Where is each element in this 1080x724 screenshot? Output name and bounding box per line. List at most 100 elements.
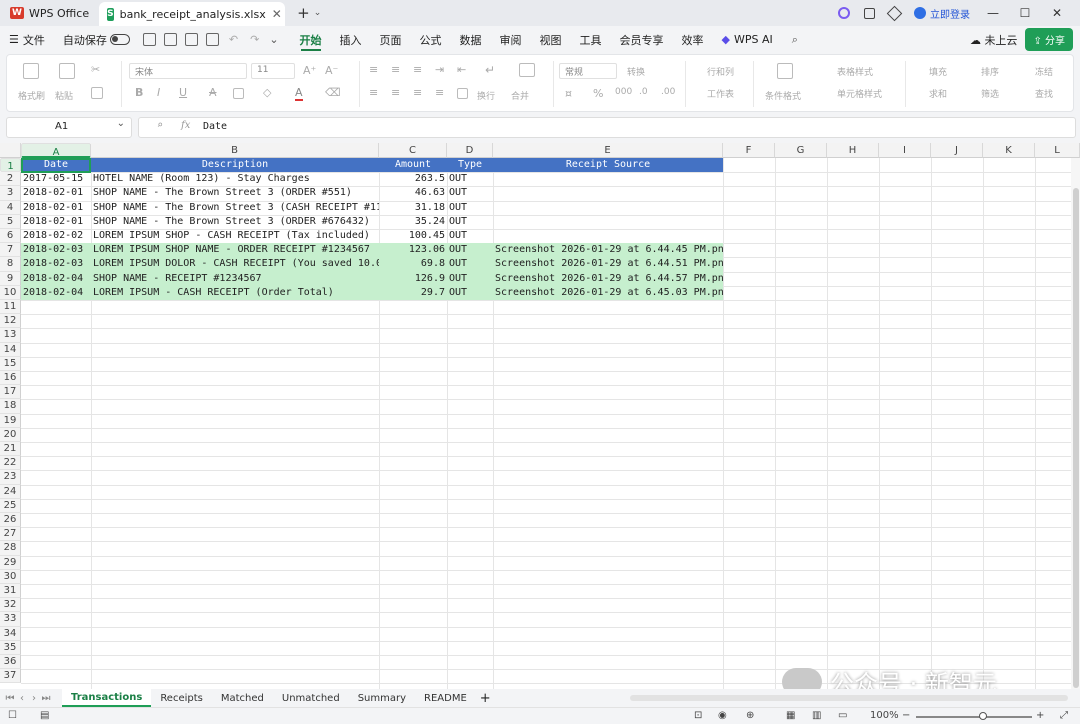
- row-header[interactable]: 33: [0, 612, 21, 627]
- row-header[interactable]: 31: [0, 584, 21, 599]
- col-header-f[interactable]: F: [723, 143, 775, 158]
- tab-formula[interactable]: 公式: [411, 26, 451, 53]
- row-header[interactable]: 15: [0, 356, 21, 371]
- header-description[interactable]: Description: [91, 158, 379, 172]
- wrap-text-icon[interactable]: ↵: [485, 63, 495, 77]
- fill-color-icon[interactable]: ◇: [263, 86, 271, 99]
- conditional-format-label[interactable]: 条件格式: [765, 89, 801, 102]
- cell-date[interactable]: 2018-02-02: [21, 229, 91, 243]
- fill-button[interactable]: 填充: [929, 65, 947, 78]
- minimize-icon[interactable]: —: [984, 6, 1002, 20]
- row-header[interactable]: 25: [0, 498, 21, 513]
- distributed-icon[interactable]: [457, 88, 468, 99]
- tab-review[interactable]: 审阅: [491, 26, 531, 53]
- indent-icon[interactable]: ⇥: [435, 63, 444, 76]
- row-header[interactable]: 12: [0, 314, 21, 329]
- decrease-font-icon[interactable]: A⁻: [325, 64, 338, 77]
- tab-insert[interactable]: 插入: [331, 26, 371, 53]
- freeze-button[interactable]: 冻结: [1035, 65, 1053, 78]
- cloud-status[interactable]: ☁ 未上云: [970, 32, 1018, 48]
- col-header-e[interactable]: E: [493, 143, 723, 158]
- find-button[interactable]: 查找: [1035, 87, 1053, 100]
- row-header[interactable]: 13: [0, 328, 21, 343]
- cell-type[interactable]: OUT: [447, 201, 493, 215]
- wps-home-tab[interactable]: W WPS Office: [0, 0, 99, 26]
- row-header[interactable]: 32: [0, 598, 21, 613]
- page-layout-icon[interactable]: ▥: [812, 710, 821, 721]
- font-color-icon[interactable]: A: [295, 86, 303, 101]
- col-header-g[interactable]: G: [775, 143, 827, 158]
- row-header[interactable]: 34: [0, 626, 21, 641]
- row-header[interactable]: 21: [0, 442, 21, 457]
- font-size-select[interactable]: 11: [251, 63, 295, 79]
- fx-icon[interactable]: fx: [181, 120, 190, 131]
- cell-receipt-source[interactable]: [493, 186, 723, 200]
- view-mode-icon[interactable]: ⊕: [746, 710, 754, 721]
- tab-list-chevron-icon[interactable]: ⌄: [314, 8, 322, 18]
- zoom-slider-knob[interactable]: [979, 712, 987, 720]
- cell-amount[interactable]: 31.18: [379, 201, 447, 215]
- export-icon[interactable]: [163, 33, 177, 46]
- row-header[interactable]: 18: [0, 399, 21, 414]
- col-header-l[interactable]: L: [1035, 143, 1080, 158]
- cell-amount[interactable]: 126.9: [379, 272, 447, 286]
- align-bottom-icon[interactable]: ≡: [413, 63, 422, 76]
- row-header[interactable]: 2: [0, 172, 21, 187]
- zoom-slider[interactable]: [916, 716, 1032, 718]
- cell-type[interactable]: OUT: [447, 286, 493, 300]
- row-header[interactable]: 1: [0, 158, 21, 173]
- redo-icon[interactable]: ↷: [250, 33, 259, 46]
- tab-home[interactable]: 开始: [291, 26, 331, 53]
- cell-amount[interactable]: 46.63: [379, 186, 447, 200]
- cell-date[interactable]: 2018-02-04: [21, 272, 91, 286]
- prev-sheet-icon[interactable]: ‹: [16, 693, 28, 704]
- header-type[interactable]: Type: [447, 158, 493, 172]
- cell-amount[interactable]: 123.06: [379, 243, 447, 257]
- tab-member[interactable]: 会员专享: [611, 26, 673, 53]
- cell-description[interactable]: LOREM IPSUM SHOP NAME - ORDER RECEIPT #1…: [91, 243, 379, 257]
- row-header[interactable]: 23: [0, 470, 21, 485]
- sheet-tab-summary[interactable]: Summary: [349, 693, 415, 704]
- cell-description[interactable]: SHOP NAME - The Brown Street 3 (CASH REC…: [91, 201, 379, 215]
- row-header[interactable]: 16: [0, 371, 21, 386]
- cell-style-button[interactable]: 单元格样式: [837, 87, 882, 100]
- wps-ai-button[interactable]: ◆ WPS AI: [713, 26, 782, 53]
- undo-icon[interactable]: ↶: [229, 33, 238, 46]
- row-header[interactable]: 20: [0, 427, 21, 442]
- thousands-icon[interactable]: 000: [615, 87, 632, 97]
- cell-receipt-source[interactable]: [493, 172, 723, 186]
- more-chevron-icon[interactable]: ⌄: [269, 33, 278, 46]
- tab-efficiency[interactable]: 效率: [673, 26, 713, 53]
- italic-icon[interactable]: I: [157, 86, 160, 99]
- cell-date[interactable]: 2018-02-03: [21, 257, 91, 271]
- filter-button[interactable]: 筛选: [981, 87, 999, 100]
- cell-date[interactable]: 2018-02-01: [21, 201, 91, 215]
- last-sheet-icon[interactable]: ⏭: [40, 693, 52, 704]
- cell-description[interactable]: SHOP NAME - The Brown Street 3 (ORDER #6…: [91, 215, 379, 229]
- row-header[interactable]: 11: [0, 300, 21, 315]
- zoom-lens-icon[interactable]: ⌕: [157, 120, 163, 131]
- cell-receipt-source[interactable]: Screenshot 2026-01-29 at 6.45.03 PM.png: [493, 286, 723, 300]
- sort-button[interactable]: 排序: [981, 65, 999, 78]
- cut-icon[interactable]: ✂: [91, 63, 100, 76]
- cell-type[interactable]: OUT: [447, 272, 493, 286]
- cell-date[interactable]: 2018-02-01: [21, 186, 91, 200]
- row-header[interactable]: 10: [0, 285, 21, 300]
- fullscreen-icon[interactable]: ⤢: [1060, 710, 1068, 721]
- font-name-select[interactable]: 宋体: [129, 63, 247, 79]
- table-style-button[interactable]: 表格样式: [837, 65, 873, 78]
- currency-icon[interactable]: ¤: [565, 87, 572, 100]
- col-header-d[interactable]: D: [447, 143, 493, 158]
- align-right-icon[interactable]: ≡: [413, 86, 422, 99]
- row-header[interactable]: 14: [0, 342, 21, 357]
- row-header[interactable]: 30: [0, 569, 21, 584]
- cell-type[interactable]: OUT: [447, 243, 493, 257]
- login-button[interactable]: 立即登录: [914, 6, 970, 21]
- tab-page[interactable]: 页面: [371, 26, 411, 53]
- vertical-scroll-thumb[interactable]: [1073, 188, 1079, 688]
- save-icon[interactable]: [142, 33, 156, 46]
- convert-button[interactable]: 转换: [627, 65, 645, 78]
- row-header[interactable]: 19: [0, 413, 21, 428]
- col-header-b[interactable]: B: [91, 143, 379, 158]
- close-tab-icon[interactable]: ✕: [272, 7, 282, 21]
